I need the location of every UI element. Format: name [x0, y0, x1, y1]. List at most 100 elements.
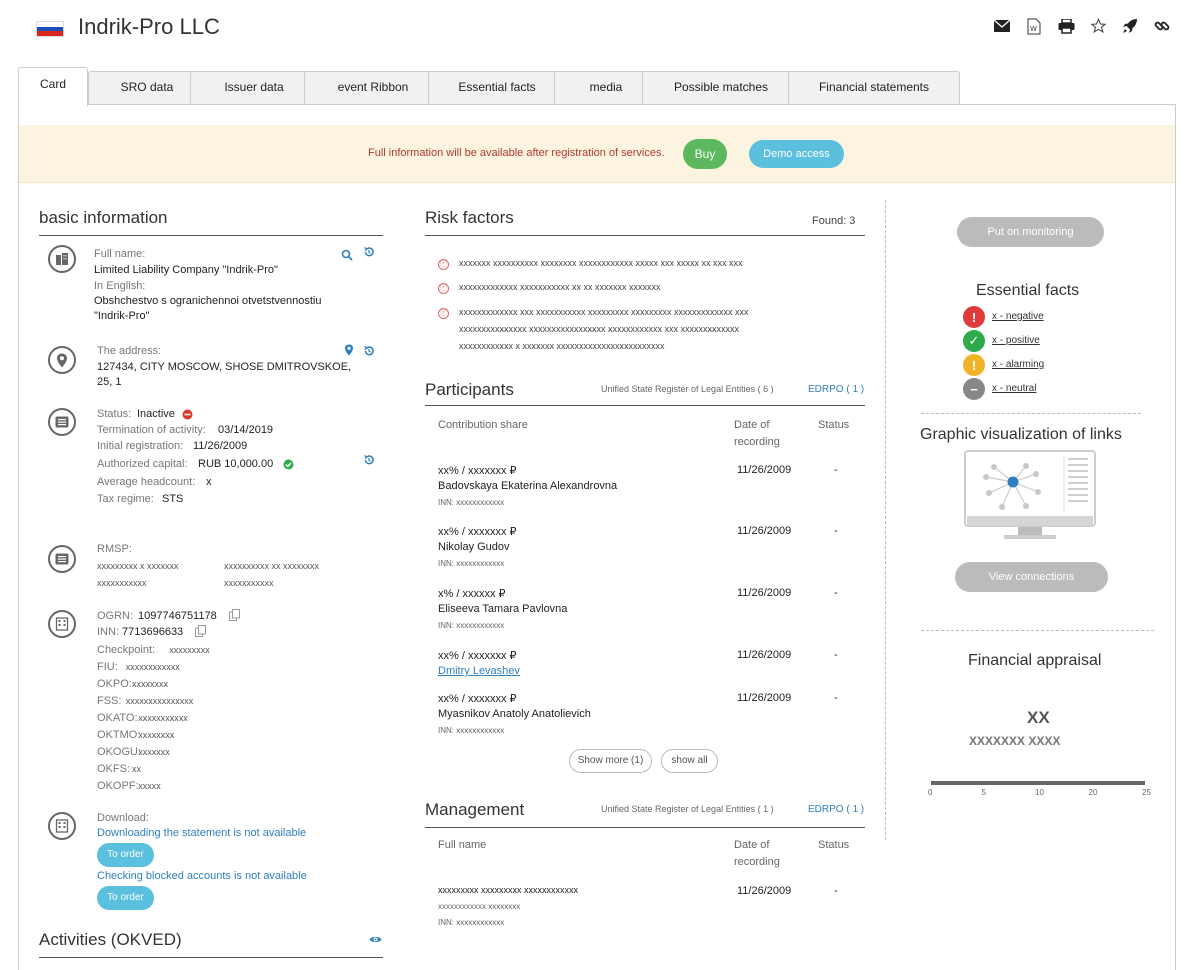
copy-ogrn-icon[interactable]	[228, 609, 240, 621]
status-label: Status:	[97, 408, 132, 420]
mail-icon[interactable]	[992, 16, 1012, 36]
rmsp-list-icon	[48, 545, 76, 573]
download-doc-icon	[48, 812, 76, 840]
participant-inn: INN: xxxxxxxxxxxx	[438, 726, 505, 735]
basic-info-heading: basic information	[39, 208, 168, 227]
mgmt-col-date-line2: recording	[734, 856, 780, 868]
word-doc-icon[interactable]: W	[1024, 16, 1044, 36]
risk-item-3-line2: xxxxxxxxxxxxxxx xxxxxxxxxxxxxxxxx xxxxxx…	[459, 324, 740, 334]
tab-bar: Card SRO data Issuer data event Ribbon E…	[18, 67, 1178, 106]
code-value: xx	[132, 764, 141, 774]
tab-sro-data[interactable]: SRO data	[88, 71, 206, 105]
code-label: OKOGU:	[97, 746, 142, 758]
tab-possible-matches[interactable]: Possible matches	[642, 71, 800, 105]
essential-fact-link[interactable]: x - alarming	[992, 359, 1044, 370]
download-label: Download:	[97, 812, 149, 824]
participant-date: 11/26/2009	[737, 464, 792, 476]
col-full-name: Full name	[438, 839, 487, 851]
code-label: FSS:	[97, 695, 122, 707]
participant-name: Eliseeva Tamara Pavlovna	[438, 603, 568, 615]
english-label: In English:	[94, 280, 146, 292]
manager-name-line1: xxxxxxxxx xxxxxxxxx xxxxxxxxxxxx	[438, 885, 579, 895]
eye-icon[interactable]	[368, 933, 382, 945]
building-icon	[48, 245, 76, 273]
management-edrpo-link[interactable]: EDRPO ( 1 )	[808, 804, 864, 815]
print-icon[interactable]	[1056, 16, 1076, 36]
participant-name[interactable]: Dmitry Levashev	[438, 665, 520, 677]
participant-name: Nikolay Gudov	[438, 541, 510, 553]
col-status: Status	[818, 419, 850, 431]
tab-issuer-data[interactable]: Issuer data	[190, 71, 318, 105]
graph-separator	[921, 630, 1154, 631]
download-statement-link[interactable]: Downloading the statement is not availab…	[97, 827, 306, 839]
code-value: xxxxxxxxx	[169, 645, 210, 655]
search-icon[interactable]	[341, 249, 353, 261]
participant-date: 11/26/2009	[737, 587, 792, 599]
essential-facts-separator	[921, 413, 1141, 414]
english-name-line2: "Indrik-Pro"	[94, 310, 150, 322]
put-on-monitoring-button[interactable]: Put on monitoring	[957, 217, 1104, 247]
participants-register-count: Unified State Register of Legal Entities…	[601, 384, 774, 394]
col-date-line2: recording	[734, 436, 780, 448]
code-value: xxxxxxxxxxx	[138, 713, 188, 723]
capital-history-icon[interactable]	[363, 454, 375, 466]
tab-financial-statements[interactable]: Financial statements	[788, 71, 960, 105]
right-column-separator	[885, 200, 886, 840]
participant-share: xx% / xxxxxxx ₽	[438, 650, 517, 662]
activities-heading: Activities (OKVED)	[39, 930, 182, 949]
negative-fact-icon: !	[963, 306, 985, 328]
participants-edrpo-link[interactable]: EDRPO ( 1 )	[808, 384, 864, 395]
address-line1: 127434, CITY MOSCOW, SHOSE DMITROVSKOE,	[97, 361, 352, 373]
full-name-value: Limited Liability Company "Indrik-Pro"	[94, 264, 278, 276]
tab-event-ribbon[interactable]: event Ribbon	[304, 71, 442, 105]
status-value: Inactive	[137, 408, 175, 420]
star-icon[interactable]	[1088, 16, 1108, 36]
tab-essential-facts[interactable]: Essential facts	[428, 71, 566, 105]
essential-facts-heading: Essential facts	[976, 282, 1080, 299]
history-icon[interactable]	[363, 246, 375, 258]
risk-item-3-line3: xxxxxxxxxxxx x xxxxxxx xxxxxxxxxxxxxxxxx…	[459, 341, 665, 351]
registry-building-icon	[48, 610, 76, 638]
manager-inn: INN: xxxxxxxxxxxx	[438, 918, 505, 927]
graph-visualization-heading: Graphic visualization of links	[920, 426, 1122, 443]
participant-date: 11/26/2009	[737, 525, 792, 537]
view-connections-button[interactable]: View connections	[955, 562, 1108, 592]
participant-status: -	[834, 587, 838, 599]
management-register-count: Unified State Register of Legal Entities…	[601, 804, 774, 814]
rmsp-label: RMSP:	[97, 543, 132, 555]
map-pin-icon[interactable]	[343, 344, 355, 356]
participant-inn: INN: xxxxxxxxxxxx	[438, 621, 505, 630]
headcount-label: Average headcount:	[97, 476, 196, 488]
link-icon[interactable]	[1152, 16, 1172, 36]
rocket-icon[interactable]	[1120, 16, 1140, 36]
demo-access-button[interactable]: Demo access	[749, 140, 844, 168]
show-all-button[interactable]: show all	[661, 749, 718, 773]
participants-divider	[425, 405, 865, 406]
page-header: Indrik-Pro LLC W	[0, 0, 1200, 60]
russia-flag-icon	[36, 21, 64, 37]
risk-divider	[425, 235, 865, 236]
order-statement-button[interactable]: To order	[97, 843, 154, 867]
address-line2: 25, 1	[97, 376, 122, 388]
blocked-accounts-link[interactable]: Checking blocked accounts is not availab…	[97, 870, 307, 882]
financial-scale-bar	[931, 781, 1145, 785]
address-history-icon[interactable]	[363, 345, 375, 357]
essential-fact-link[interactable]: x - positive	[992, 335, 1040, 346]
essential-fact-link[interactable]: x - neutral	[992, 383, 1036, 394]
buy-button[interactable]: Buy	[683, 139, 727, 169]
financial-score-label: XXXXXXX XXXX	[969, 734, 1061, 748]
order-blocked-check-button[interactable]: To order	[97, 886, 154, 910]
manager-date: 11/26/2009	[737, 885, 792, 897]
address-label: The address:	[97, 345, 162, 357]
scale-tick-label: 10	[1035, 788, 1044, 797]
tab-card[interactable]: Card	[18, 67, 88, 106]
code-label: OKPO:	[97, 678, 132, 690]
code-label: OKFS:	[97, 763, 131, 775]
show-more-button[interactable]: Show more (1)	[569, 749, 652, 773]
svg-text:W: W	[1030, 25, 1037, 33]
essential-fact-link[interactable]: x - negative	[992, 311, 1044, 322]
network-graph-monitor-icon[interactable]	[964, 450, 1096, 547]
copy-inn-icon[interactable]	[194, 625, 206, 637]
rmsp-a1: xxxxxxxxx x xxxxxxx	[97, 561, 179, 571]
headcount-value: x	[206, 476, 212, 488]
